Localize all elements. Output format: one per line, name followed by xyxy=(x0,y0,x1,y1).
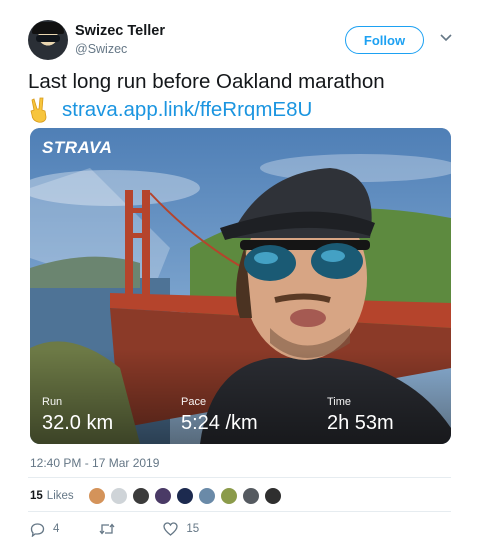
tweet-timestamp[interactable]: 12:40 PM - 17 Mar 2019 xyxy=(30,456,159,470)
follow-button[interactable]: Follow xyxy=(345,26,424,54)
chevron-down-icon[interactable] xyxy=(439,30,453,44)
user-handle[interactable]: @Swizec xyxy=(75,42,127,56)
like-count: 15 xyxy=(186,523,200,535)
reply-button[interactable]: 4 xyxy=(30,522,59,537)
likes-label[interactable]: Likes xyxy=(47,490,74,502)
reply-count: 4 xyxy=(53,523,60,535)
liker-avatar[interactable] xyxy=(197,487,216,505)
reply-icon xyxy=(30,522,45,537)
stat-label: Pace xyxy=(181,396,207,408)
strava-media-card[interactable]: STRAVA Run 32.0 km Pace 5:24 /km Time 2h… xyxy=(30,128,451,444)
like-button[interactable]: 15 xyxy=(163,522,199,536)
stat-value: 5:24 /km xyxy=(181,412,258,434)
liker-avatar[interactable] xyxy=(109,487,128,505)
stat-value: 32.0 km xyxy=(42,412,114,434)
stat-run: Run 32.0 km xyxy=(42,396,113,435)
liker-avatar[interactable] xyxy=(153,487,172,505)
stat-value: 2h 53m xyxy=(327,412,394,434)
likes-count[interactable]: 15 xyxy=(30,490,43,502)
avatar[interactable] xyxy=(28,20,68,60)
victory-hand-icon xyxy=(30,97,47,123)
tweet-header: Swizec Teller @Swizec Follow xyxy=(28,20,458,64)
heart-icon xyxy=(163,522,179,536)
tweet-text: Last long run before Oakland marathon st… xyxy=(28,68,458,124)
divider xyxy=(28,477,451,478)
liker-avatar[interactable] xyxy=(263,487,282,505)
liker-avatar[interactable] xyxy=(175,487,194,505)
tweet-text-line: Last long run before Oakland marathon xyxy=(28,70,385,93)
liker-avatar[interactable] xyxy=(131,487,150,505)
stat-label: Run xyxy=(42,396,63,408)
divider xyxy=(28,511,451,512)
liker-avatar[interactable] xyxy=(241,487,260,505)
tweet-actions: 4 15 xyxy=(30,520,239,538)
strava-logo: STRAVA xyxy=(42,138,113,157)
display-name[interactable]: Swizec Teller xyxy=(75,23,165,39)
likes-row: 15 Likes xyxy=(30,486,286,506)
retweet-icon xyxy=(99,523,115,535)
stat-pace: Pace 5:24 /km xyxy=(181,396,258,435)
stat-label: Time xyxy=(327,396,352,408)
tweet-link[interactable]: strava.app.link/ffeRrqmE8U xyxy=(62,96,312,124)
stat-time: Time 2h 53m xyxy=(327,396,394,435)
liker-avatar[interactable] xyxy=(219,487,238,505)
liker-avatar[interactable] xyxy=(87,487,106,505)
retweet-button[interactable] xyxy=(99,522,123,536)
